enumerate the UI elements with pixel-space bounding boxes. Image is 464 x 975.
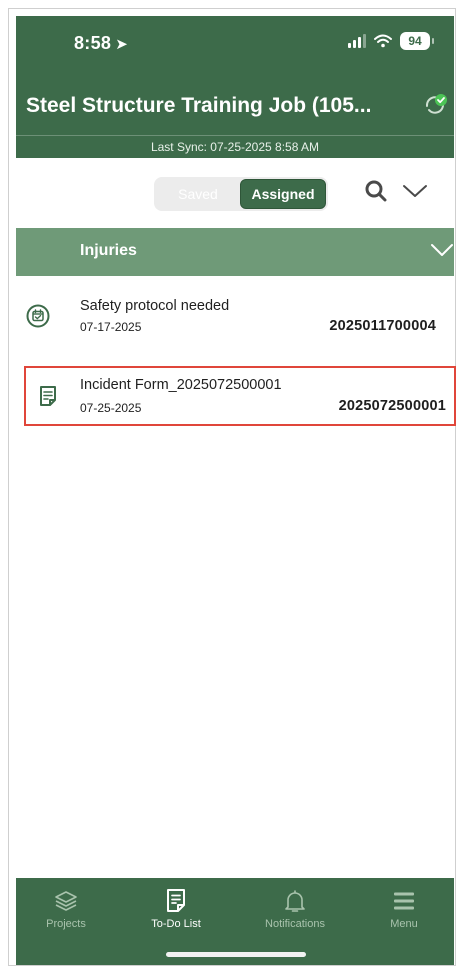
cellular-signal-icon <box>348 34 366 48</box>
item-date: 07-17-2025 <box>80 320 142 334</box>
battery-level: 94 <box>408 34 422 48</box>
job-title[interactable]: Steel Structure Training Job (105... <box>26 94 371 118</box>
saved-assigned-segmented-control: Saved Assigned <box>154 177 328 211</box>
form-document-icon <box>40 386 56 406</box>
nav-projects[interactable]: Projects <box>21 888 111 930</box>
toolbar: Saved Assigned <box>16 158 454 228</box>
item-date: 07-25-2025 <box>80 401 142 415</box>
sync-icon[interactable] <box>422 92 448 118</box>
search-icon[interactable] <box>363 178 389 204</box>
last-sync-text: Last Sync: 07-25-2025 8:58 AM <box>16 135 454 158</box>
nav-notifications[interactable]: Notifications <box>250 888 340 930</box>
battery-indicator: 94 <box>400 32 434 50</box>
wifi-icon <box>374 34 392 48</box>
saved-tab[interactable]: Saved <box>156 179 240 209</box>
nav-todo-list[interactable]: To-Do List <box>131 888 221 930</box>
status-time: 8:58 ➤ <box>74 33 128 54</box>
section-label: Injuries <box>80 242 137 259</box>
item-number: 2025011700004 <box>329 318 436 334</box>
item-number: 2025072500001 <box>338 398 446 414</box>
status-bar: 8:58 ➤ 94 <box>16 16 454 72</box>
assigned-tab[interactable]: Assigned <box>240 179 326 209</box>
nav-label: Menu <box>390 918 418 930</box>
status-icons: 94 <box>348 32 434 50</box>
home-indicator[interactable] <box>166 952 306 957</box>
list-item-selected[interactable]: Incident Form_2025072500001 07-25-2025 2… <box>24 366 456 426</box>
item-title: Safety protocol needed <box>80 298 230 314</box>
calendar-check-icon <box>26 304 50 328</box>
nav-label: Notifications <box>265 918 325 930</box>
section-header-injuries[interactable]: Injuries <box>16 228 454 276</box>
item-title: Incident Form_2025072500001 <box>80 377 282 393</box>
hamburger-menu-icon <box>394 892 414 910</box>
app-header: 8:58 ➤ 94 Steel Structure Training Job (1… <box>16 16 454 158</box>
nav-menu[interactable]: Menu <box>359 888 449 930</box>
location-arrow-icon: ➤ <box>115 36 129 53</box>
chevron-down-icon[interactable] <box>430 242 454 260</box>
chevron-down-icon[interactable] <box>402 182 428 200</box>
nav-label: To-Do List <box>151 918 201 930</box>
nav-label: Projects <box>46 918 86 930</box>
todo-document-icon <box>167 889 185 912</box>
bell-icon <box>285 890 305 912</box>
list-item[interactable]: Safety protocol needed 07-17-2025 202501… <box>16 288 454 344</box>
bottom-navigation: Projects To-Do List Notifications Menu <box>16 878 454 965</box>
status-time-text: 8:58 <box>74 33 112 53</box>
layers-icon <box>55 891 77 911</box>
